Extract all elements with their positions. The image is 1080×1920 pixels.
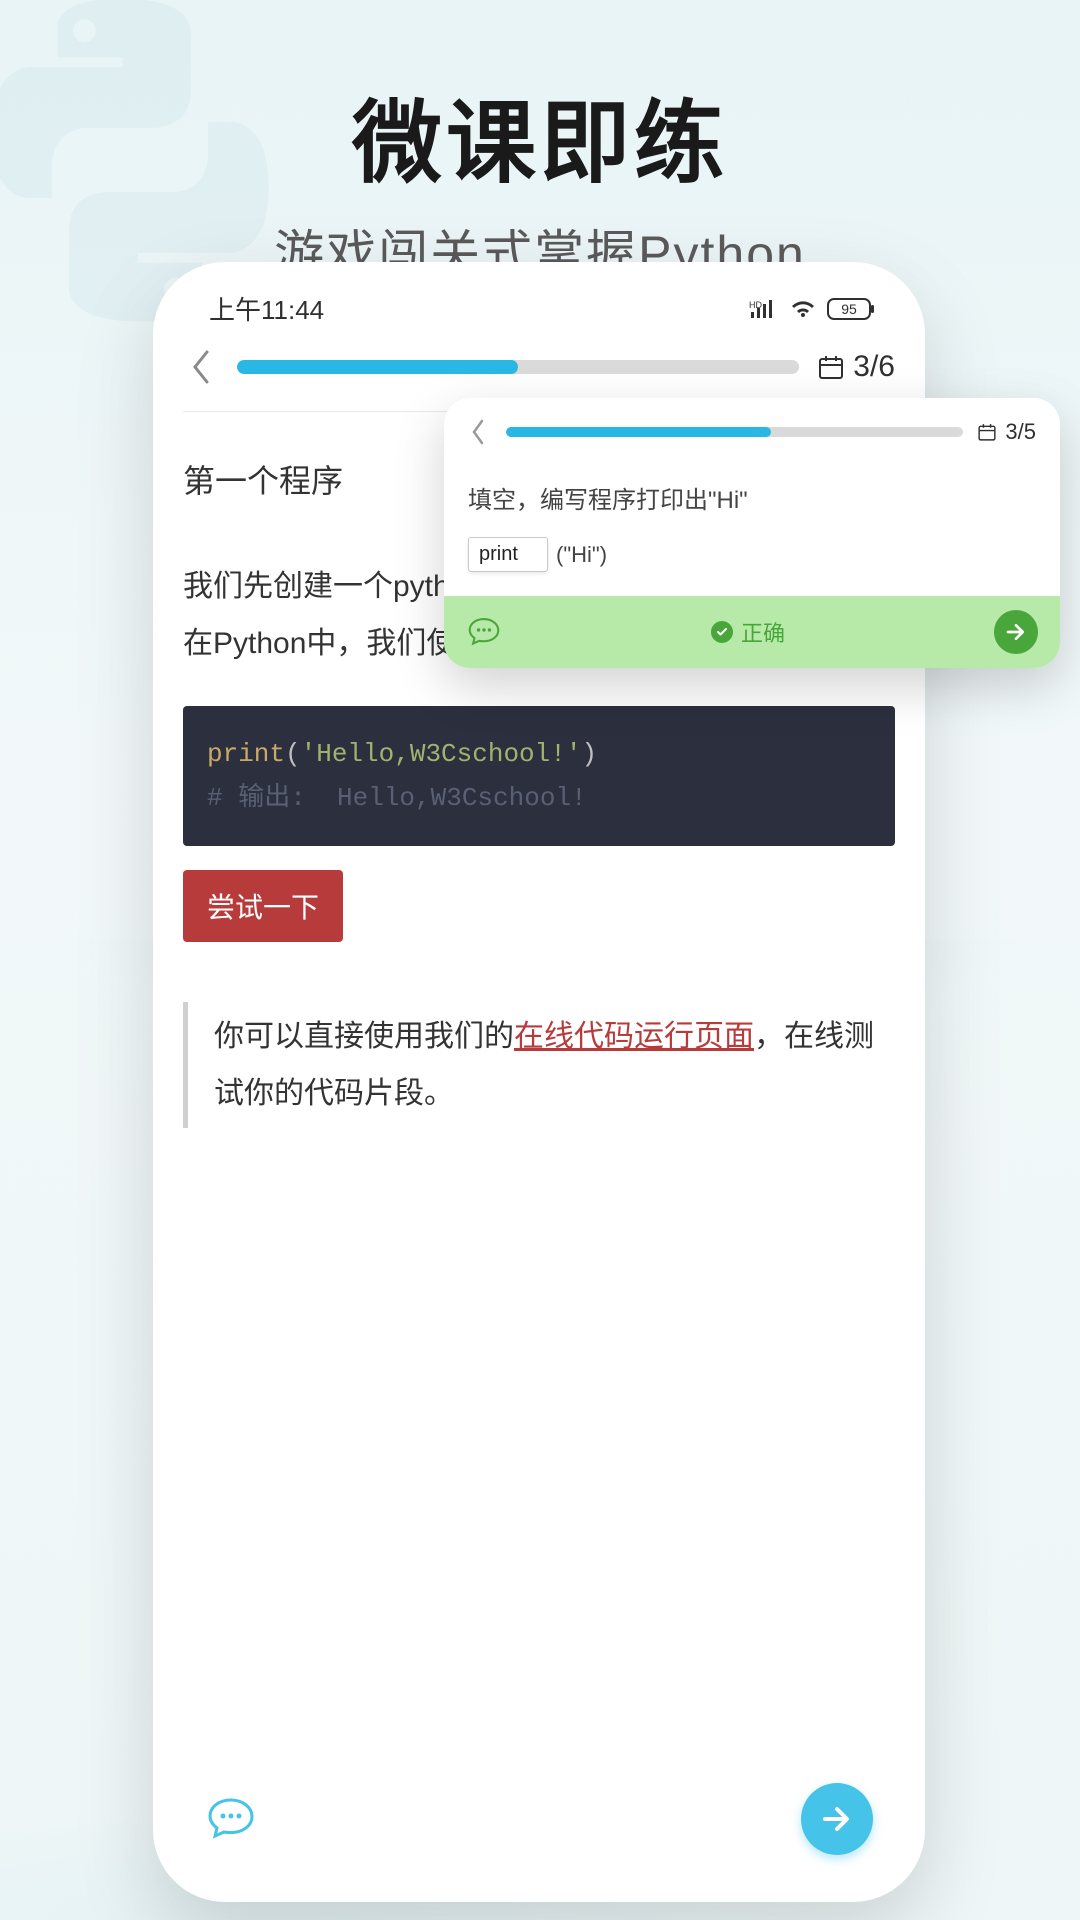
- fill-suffix: ("Hi"): [556, 542, 607, 568]
- popup-page-counter: 3/5: [977, 419, 1036, 445]
- status-bar: 上午11:44 HD 95: [153, 262, 925, 337]
- progress-fill: [237, 360, 518, 374]
- fill-blank-row: print ("Hi"): [468, 537, 1036, 572]
- hero-title: 微课即练: [0, 70, 1080, 200]
- chat-icon[interactable]: [205, 1793, 257, 1845]
- popup-progress-bar: [506, 427, 963, 437]
- fill-blank-input[interactable]: print: [468, 537, 548, 572]
- popup-nav: 3/5: [444, 398, 1060, 460]
- popup-progress-fill: [506, 427, 771, 437]
- code-block: print('Hello,W3Cschool!') # 输出: Hello,W3…: [183, 706, 895, 846]
- progress-bar: [237, 360, 799, 374]
- battery-icon: 95: [827, 297, 875, 321]
- svg-text:HD: HD: [749, 300, 762, 310]
- back-button[interactable]: [183, 349, 219, 385]
- page-counter: 3/6: [817, 350, 895, 384]
- popup-back-button[interactable]: [464, 418, 492, 446]
- calendar-icon: [817, 353, 845, 381]
- popup-page-text: 3/5: [1005, 419, 1036, 445]
- hero: 微课即练 游戏闯关式掌握Python: [0, 70, 1080, 286]
- bottom-bar: [183, 1772, 895, 1866]
- try-button[interactable]: 尝试一下: [183, 870, 343, 942]
- popup-chat-icon[interactable]: [466, 614, 502, 650]
- online-editor-link[interactable]: 在线代码运行页面: [514, 1020, 754, 1053]
- next-button[interactable]: [801, 1783, 873, 1855]
- page-text: 3/6: [853, 350, 895, 384]
- svg-text:95: 95: [841, 301, 857, 317]
- calendar-icon: [977, 422, 997, 442]
- quiz-prompt: 填空，编写程序打印出"Hi": [468, 480, 1036, 515]
- correct-badge: 正确: [711, 616, 785, 648]
- wifi-icon: [789, 298, 817, 320]
- correct-label: 正确: [741, 616, 785, 648]
- popup-next-button[interactable]: [994, 610, 1038, 654]
- signal-icon: HD: [749, 298, 779, 320]
- popup-footer: 正确: [444, 596, 1060, 668]
- status-time: 上午11:44: [209, 290, 324, 327]
- check-icon: [711, 621, 733, 643]
- quiz-popup: 3/5 填空，编写程序打印出"Hi" print ("Hi") 正确: [444, 398, 1060, 668]
- quote-tip: 你可以直接使用我们的在线代码运行页面，在线测试你的代码片段。: [183, 1002, 895, 1128]
